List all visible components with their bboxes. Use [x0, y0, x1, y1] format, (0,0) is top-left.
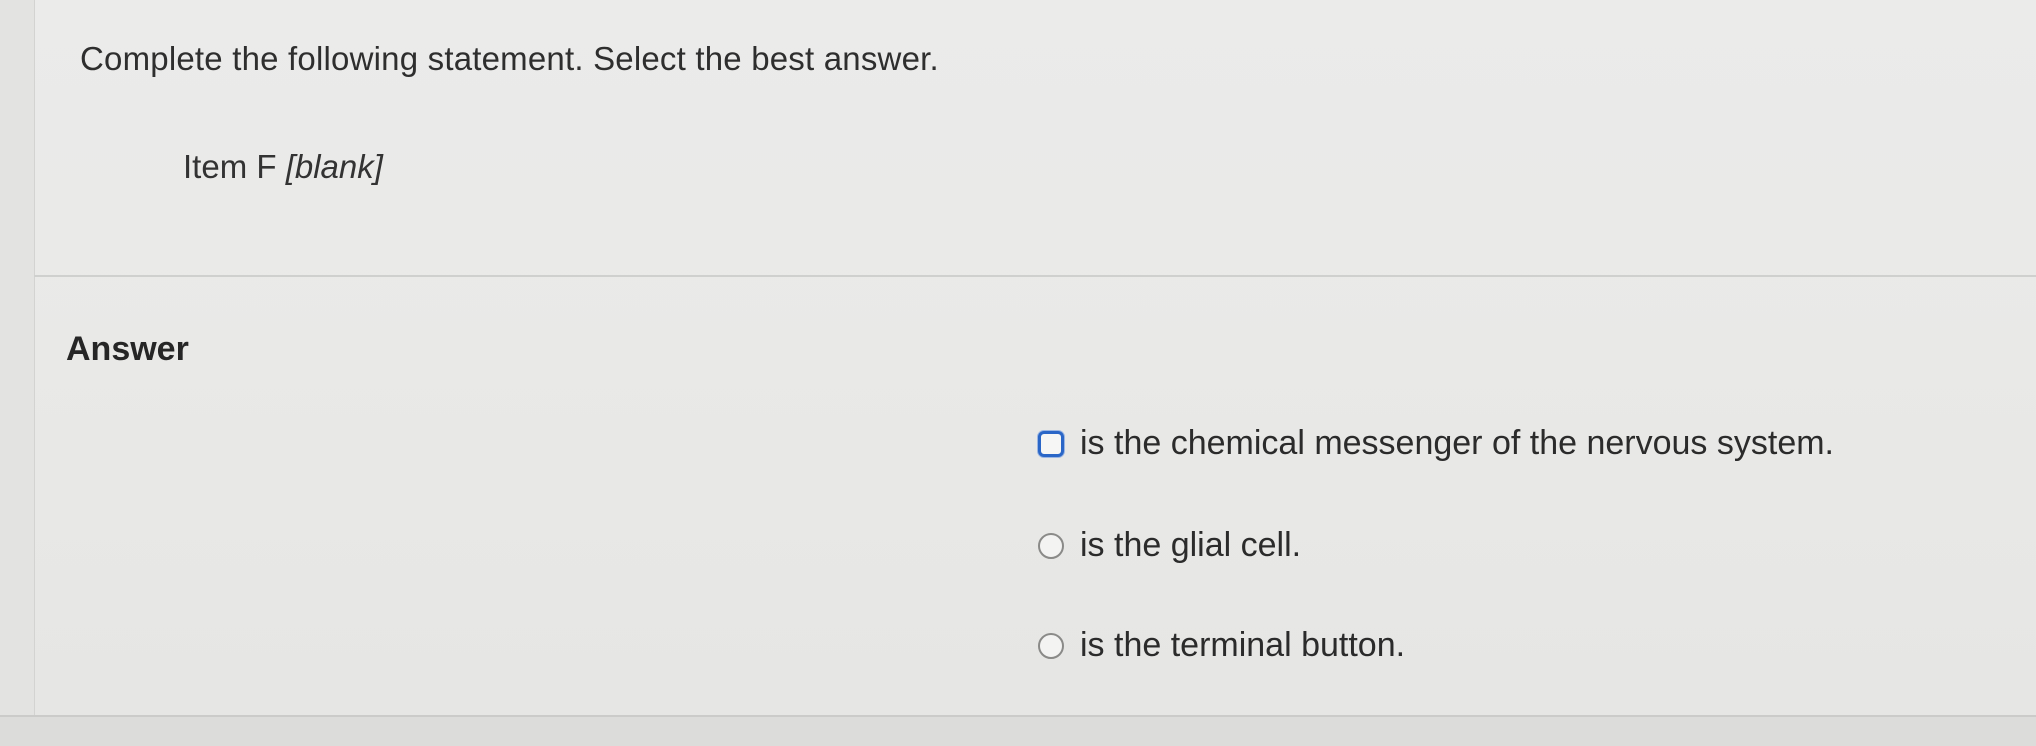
section-divider [34, 275, 2036, 277]
item-blank: [blank] [285, 148, 383, 185]
radio-button-icon[interactable] [1038, 632, 1064, 659]
bottom-border [0, 715, 2036, 746]
answer-option-label: is the chemical messenger of the nervous… [1080, 424, 1834, 462]
answer-heading: Answer [66, 330, 189, 368]
answer-option-label: is the glial cell. [1080, 526, 1302, 564]
answer-option-3[interactable]: is the terminal button. [1038, 626, 1405, 665]
answer-option-label: is the terminal button. [1080, 626, 1406, 664]
radio-button-icon[interactable] [1038, 430, 1064, 457]
answer-option-2[interactable]: is the glial cell. [1038, 526, 1301, 565]
question-panel [34, 0, 2036, 715]
item-prefix: Item F [183, 148, 286, 185]
item-statement: Item F [blank] [183, 148, 383, 186]
answer-option-1[interactable]: is the chemical messenger of the nervous… [1038, 424, 1834, 463]
question-prompt: Complete the following statement. Select… [80, 40, 939, 77]
radio-button-icon[interactable] [1038, 532, 1064, 559]
